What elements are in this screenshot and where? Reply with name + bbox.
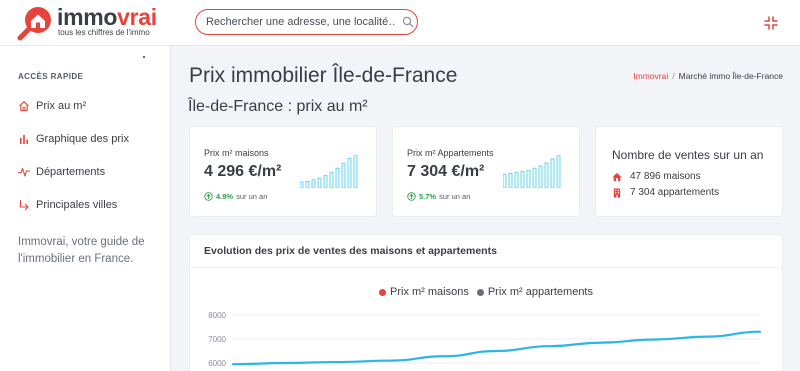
sparkline-bar (323, 175, 328, 188)
sparkline-bar (347, 157, 352, 188)
apartment-price-sparkline (503, 155, 561, 188)
chart-divider (190, 267, 782, 268)
trend-period: sur un an (439, 192, 471, 201)
chart-legend: Prix m² maisons Prix m² appartements (379, 286, 601, 298)
breadcrumb-separator: / (672, 71, 675, 81)
legend-label: Prix m² maisons (390, 286, 469, 298)
sales-apartments-row: 7 304 appartements (612, 187, 719, 198)
chart-title: Evolution des prix de ventes des maisons… (204, 245, 497, 257)
sidebar-blurb: Immovrai, votre guide de l'immobilier en… (18, 236, 145, 265)
sparkline-bar (544, 162, 549, 188)
sidebar-item-departements[interactable]: Départements (18, 163, 168, 181)
card-trend: 4.9% sur un an (204, 192, 267, 201)
sales-houses-count: 47 896 maisons (630, 171, 701, 182)
trend-percent: 4.9% (216, 192, 234, 201)
sparkline-bar (311, 179, 316, 188)
sidebar-scroll-dot (143, 56, 145, 58)
y-tick-label: 6000 (208, 359, 226, 368)
breadcrumb-home-link[interactable]: Immovrai (633, 71, 668, 81)
price-line-chart: 8000 7000 6000 (208, 311, 762, 368)
sparkline-bar (532, 167, 537, 188)
legend-item-houses[interactable]: Prix m² maisons (379, 286, 469, 298)
brand-name: immovrai (57, 4, 157, 30)
sidebar-item-graphique-des-prix[interactable]: Graphique des prix (18, 130, 168, 148)
sidebar-item-label: Prix au m² (36, 100, 87, 112)
card-label: Prix m² Appartements (407, 148, 494, 158)
sidebar: ACCÈS RAPIDE Prix au m² Graphique des pr… (0, 46, 171, 371)
sparkline-bar (556, 155, 561, 188)
sidebar-item-principales-villes[interactable]: Principales villes (18, 196, 168, 214)
legend-dot (476, 288, 484, 296)
legend-dot (379, 288, 386, 296)
sparkline-bar (503, 173, 507, 188)
top-bar: immovrai tous les chiffres de l'immo (0, 0, 800, 46)
card-label: Prix m² maisons (204, 148, 269, 158)
sidebar-item-label: Graphique des prix (36, 133, 129, 145)
page-title: Prix immobilier Île-de-France (189, 64, 458, 87)
legend-item-apartments[interactable]: Prix m² appartements (476, 286, 593, 298)
sparkline-bar (520, 171, 525, 188)
house-price-sparkline (300, 155, 358, 188)
trend-up-icon (204, 192, 213, 201)
sales-apartments-count: 7 304 appartements (630, 187, 719, 198)
price-evolution-chart-card: Evolution des prix de ventes des maisons… (189, 234, 783, 371)
sales-count-card: Nombre de ventes sur un an 47 896 maison… (595, 126, 783, 217)
sidebar-item-label: Départements (36, 166, 106, 178)
sparkline-bar (300, 181, 304, 188)
search-icon[interactable] (402, 16, 414, 28)
trend-period: sur un an (236, 192, 268, 201)
sparkline-bar (550, 158, 555, 188)
sparkline-bar (341, 162, 346, 188)
sparkline-bar (329, 171, 334, 188)
arrow-turn-icon (19, 199, 29, 211)
sidebar-item-prix-au-m2[interactable]: Prix au m² (18, 97, 168, 115)
search-box (195, 9, 418, 35)
logo-house-magnifier-icon (17, 7, 51, 41)
apartment-price-card: Prix m² Appartements 7 304 €/m² 5.7% sur… (392, 126, 580, 217)
sidebar-section-label: ACCÈS RAPIDE (18, 72, 84, 81)
sparkline-bar (305, 180, 310, 188)
search-input[interactable] (206, 13, 396, 31)
section-title: Île-de-France : prix au m² (188, 98, 368, 115)
card-value: 4 296 €/m² (204, 163, 282, 180)
home-icon (19, 101, 29, 112)
card-value: 7 304 €/m² (407, 163, 485, 180)
house-price-card: Prix m² maisons 4 296 €/m² 4.9% sur un a… (189, 126, 377, 217)
brand-name-part2: vrai (117, 4, 157, 30)
legend-label: Prix m² appartements (487, 286, 593, 298)
building-icon (613, 188, 621, 197)
breadcrumb: Immovrai / Marché immo Île-de-France (633, 71, 783, 81)
collapse-icon[interactable] (763, 15, 779, 31)
brand-tagline: tous les chiffres de l'immo (58, 28, 150, 37)
sales-houses-row: 47 896 maisons (612, 171, 701, 182)
sparkline-bar (514, 172, 519, 188)
sparkline-bar (317, 177, 322, 188)
sidebar-item-label: Principales villes (36, 199, 118, 211)
sparkline-bar (538, 165, 543, 188)
sales-title: Nombre de ventes sur un an (612, 148, 764, 162)
sparkline-bar (335, 167, 340, 188)
series-line-apartments[interactable] (231, 330, 762, 366)
card-trend: 5.7% sur un an (407, 192, 470, 201)
breadcrumb-current: Marché immo Île-de-France (678, 71, 783, 81)
sparkline-bar (508, 173, 513, 188)
logo[interactable]: immovrai tous les chiffres de l'immo (16, 4, 166, 42)
trend-up-icon (407, 192, 416, 201)
brand-name-part1: immo (57, 4, 118, 30)
pulse-icon (18, 167, 30, 177)
sparkline-bar (353, 155, 358, 188)
bar-chart-icon (20, 135, 28, 144)
y-tick-label: 7000 (208, 335, 226, 344)
trend-percent: 5.7% (419, 192, 437, 201)
sparkline-bar (526, 169, 531, 188)
y-tick-label: 8000 (208, 311, 226, 320)
house-icon (612, 172, 622, 181)
